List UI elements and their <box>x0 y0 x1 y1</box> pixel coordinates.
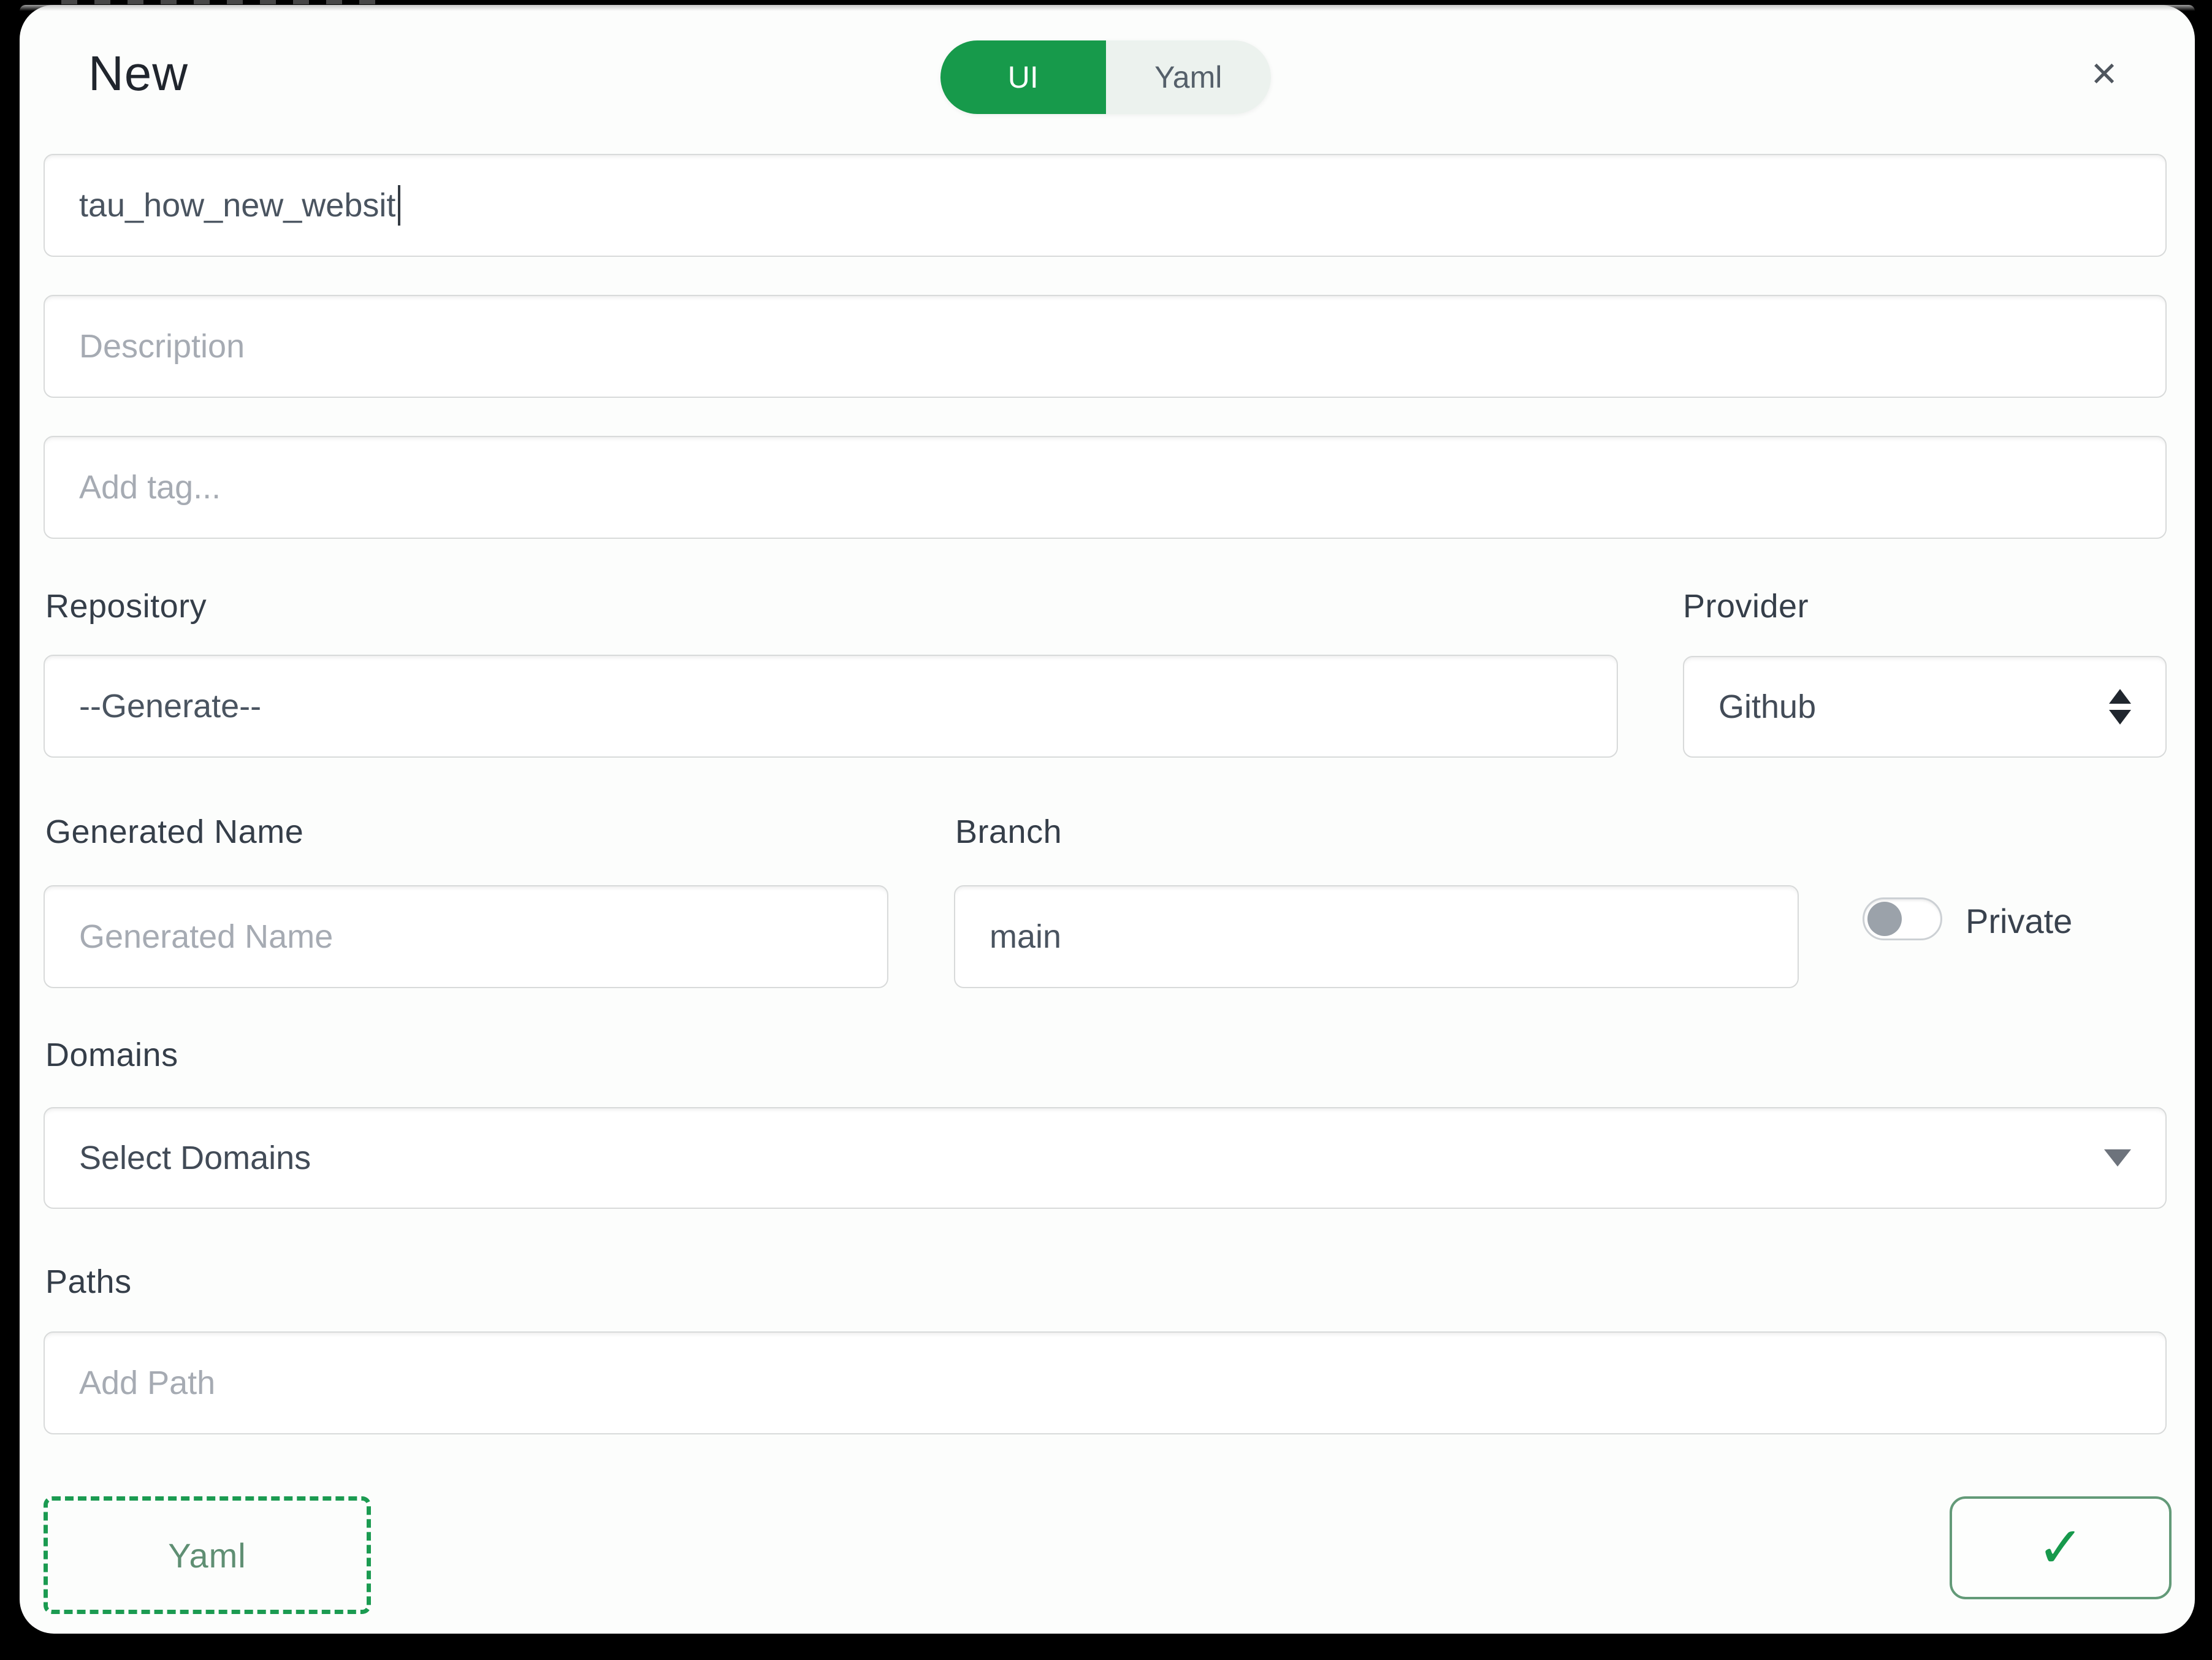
page-title: New <box>88 45 188 102</box>
ui-yaml-mode-toggle[interactable]: UI Yaml <box>940 40 1271 114</box>
provider-selected-value: Github <box>1718 688 1816 726</box>
repository-label: Repository <box>45 587 207 625</box>
repository-input[interactable] <box>44 655 1618 758</box>
tag-input[interactable] <box>44 436 2167 539</box>
private-toggle[interactable] <box>1863 897 1942 940</box>
tab-yaml[interactable]: Yaml <box>1106 40 1272 114</box>
description-input[interactable] <box>44 295 2167 398</box>
check-icon: ✓ <box>2037 1520 2084 1576</box>
submit-button[interactable]: ✓ <box>1950 1496 2172 1599</box>
select-updown-icon <box>2109 689 2131 725</box>
page-background: { "dialog": { "title": "New", "close_ico… <box>0 0 2212 1660</box>
new-resource-dialog: New UI Yaml × tau_how_new_websit Reposit… <box>20 5 2195 1634</box>
domains-label: Domains <box>45 1036 178 1074</box>
yaml-button-label: Yaml <box>168 1536 246 1575</box>
domains-select[interactable]: Select Domains <box>44 1107 2167 1209</box>
domains-selected-value: Select Domains <box>79 1139 311 1177</box>
arrow-up-icon <box>2109 689 2131 704</box>
provider-select[interactable]: Github <box>1683 656 2167 758</box>
generated-name-label: Generated Name <box>45 813 303 851</box>
generated-name-input[interactable] <box>44 885 888 988</box>
text-cursor <box>398 185 400 226</box>
branch-input[interactable] <box>954 885 1799 988</box>
arrow-down-icon <box>2109 710 2131 725</box>
close-icon: × <box>2091 48 2117 99</box>
close-button[interactable]: × <box>2073 43 2135 104</box>
yaml-button[interactable]: Yaml <box>44 1496 371 1614</box>
paths-input[interactable] <box>44 1331 2167 1434</box>
background-page-artifact <box>61 0 380 4</box>
name-input[interactable]: tau_how_new_websit <box>44 154 2167 257</box>
dialog-top-shadow <box>20 5 2195 11</box>
branch-label: Branch <box>955 813 1062 851</box>
name-input-value: tau_how_new_websit <box>79 186 395 224</box>
paths-label: Paths <box>45 1263 132 1301</box>
tab-ui[interactable]: UI <box>940 40 1106 114</box>
toggle-knob <box>1867 902 1902 936</box>
chevron-down-icon <box>2104 1149 2131 1167</box>
provider-label: Provider <box>1683 587 1809 625</box>
private-label: Private <box>1966 901 2072 941</box>
